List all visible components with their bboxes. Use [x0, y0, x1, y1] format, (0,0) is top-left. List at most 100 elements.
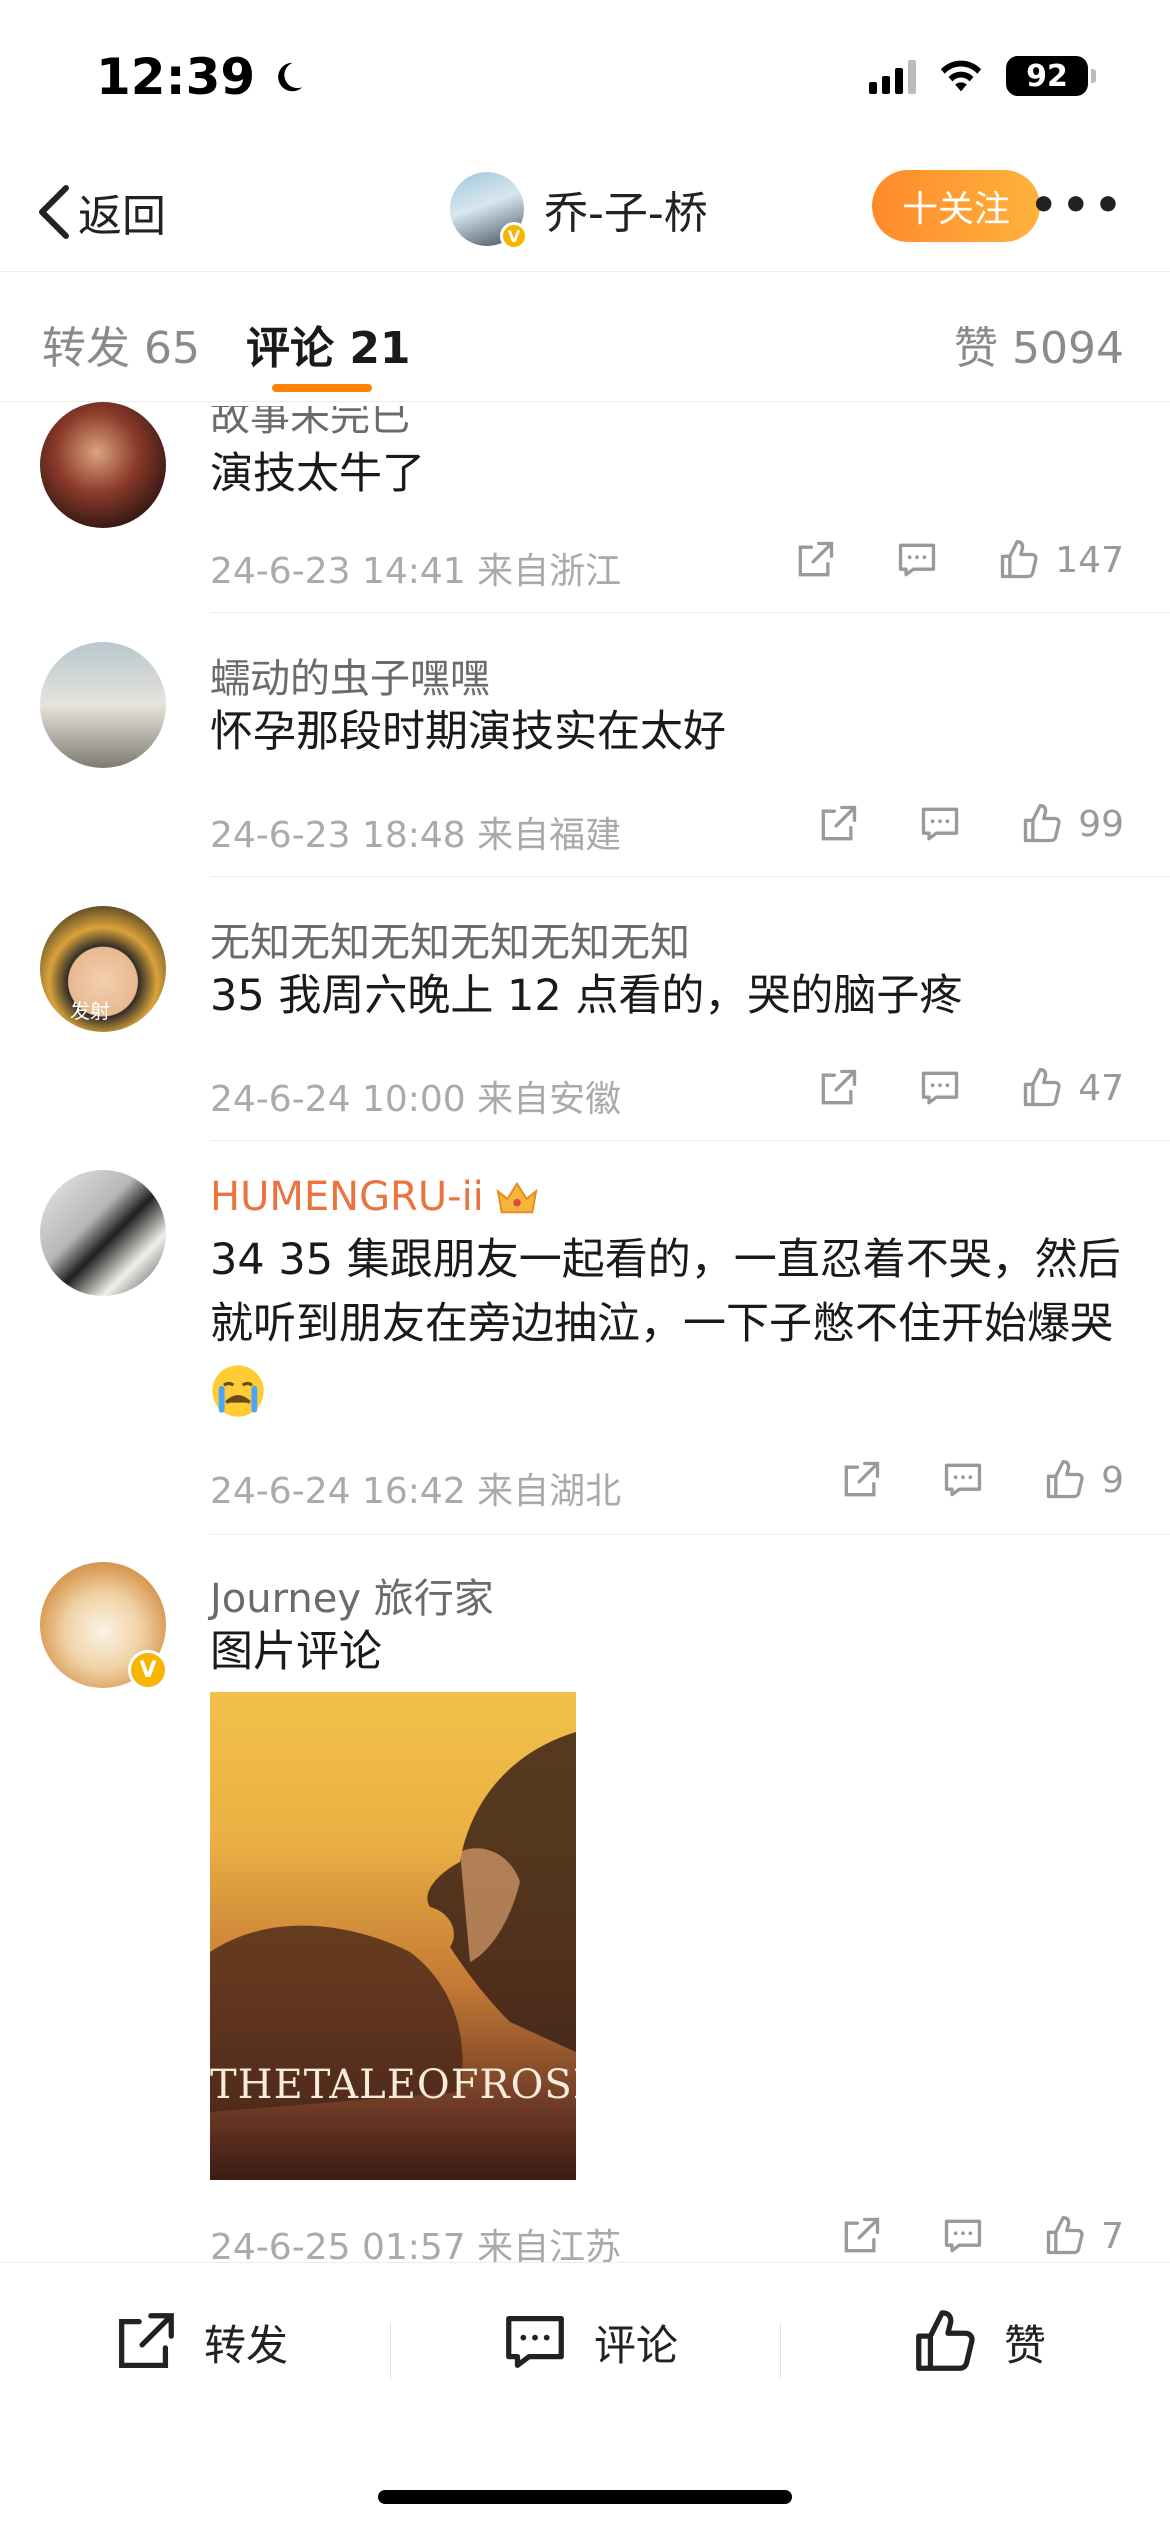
comment-icon[interactable]: [918, 1066, 962, 1110]
divider: [780, 2323, 781, 2379]
thumbs-up-icon[interactable]: [1043, 2214, 1087, 2258]
poster-title: THETALEOFROSE: [210, 2062, 576, 2108]
time-text: 12:39: [96, 48, 256, 106]
avatar[interactable]: [40, 1170, 166, 1296]
nav-username: 乔-子-桥: [544, 188, 708, 239]
like-count: 99: [1078, 803, 1124, 845]
like-label: 赞: [1004, 2320, 1047, 2370]
comment-icon[interactable]: [918, 802, 962, 846]
tab-comments[interactable]: 评论 21: [246, 312, 411, 376]
divider: [210, 876, 1170, 877]
comment-text: 34 35 集跟朋友一起看的，一直忍着不哭，然后就听到朋友在旁边抽泣，一下子憋不…: [210, 1228, 1130, 1420]
thumbs-up-icon[interactable]: [997, 538, 1041, 582]
comment-image[interactable]: THETALEOFROSE: [210, 1692, 576, 2180]
avatar[interactable]: V: [450, 172, 528, 250]
more-icon[interactable]: •••: [1030, 180, 1126, 231]
avatar[interactable]: 发射: [40, 906, 166, 1032]
chevron-left-icon: [39, 185, 69, 239]
bottom-action-bar: 转发 评论 赞: [0, 2262, 1170, 2532]
signal-icon: [869, 58, 916, 94]
divider: [210, 612, 1170, 613]
back-button[interactable]: 返回: [36, 180, 166, 244]
comment-meta: 24-6-23 18:48 来自福建: [210, 806, 621, 858]
repost-label: 转发: [204, 2320, 289, 2370]
share-icon[interactable]: [839, 1458, 883, 1502]
repost-button[interactable]: 转发: [110, 2307, 288, 2377]
like-count: 9: [1101, 1459, 1124, 1501]
comment-actions: 47: [816, 1066, 1124, 1110]
like-button[interactable]: 赞: [910, 2307, 1046, 2377]
nav-user[interactable]: V 乔-子-桥: [450, 172, 708, 250]
tab-indicator: [272, 384, 372, 392]
comment-text-content: 34 35 集跟朋友一起看的，一直忍着不哭，然后就听到朋友在旁边抽泣，一下子憋不…: [210, 1235, 1121, 1349]
divider: [210, 1534, 1170, 1535]
avatar[interactable]: [40, 402, 166, 528]
thumbs-up-icon[interactable]: [1020, 802, 1064, 846]
tab-repost[interactable]: 转发 65: [42, 312, 200, 376]
comment-actions: 147: [793, 538, 1124, 582]
comment-text: 35 我周六晚上 12 点看的，哭的脑子疼: [210, 971, 963, 1021]
comment-location: 来自安徽: [477, 1079, 622, 1120]
comment-text: 演技太牛了: [210, 449, 425, 499]
comment-date: 24-6-23 18:48: [210, 815, 466, 856]
comment-text: 怀孕那段时期演技实在太好: [210, 707, 726, 757]
comment-author[interactable]: Journey 旅行家: [210, 1566, 494, 1624]
share-icon[interactable]: [816, 1066, 860, 1110]
status-bar: 12:39 92: [0, 0, 1170, 150]
avatar[interactable]: V: [40, 1562, 168, 1690]
comment-author[interactable]: 蠕动的虫子嘿嘿: [210, 646, 490, 704]
battery-level: 92: [1026, 58, 1068, 94]
comment-feed[interactable]: 故事未完已 演技太牛了 24-6-23 14:41 来自浙江 147 蠕动的虫子…: [0, 402, 1170, 2262]
comment-text: 图片评论: [210, 1627, 382, 1677]
verified-icon: V: [500, 222, 528, 250]
share-icon[interactable]: [816, 802, 860, 846]
comment-date: 24-6-24 16:42: [210, 1471, 466, 1512]
crying-emoji-icon: [212, 1364, 264, 1417]
home-indicator[interactable]: [378, 2490, 792, 2504]
comment-icon[interactable]: [895, 538, 939, 582]
comment-location: 来自湖北: [477, 1471, 622, 1512]
nav-bar: 返回 V 乔-子-桥 十关注 •••: [0, 150, 1170, 272]
divider: [210, 1140, 1170, 1141]
status-icons: 92: [869, 56, 1096, 96]
like-count: 7: [1101, 2215, 1124, 2257]
comment-meta: 24-6-24 10:00 来自安徽: [210, 1070, 621, 1122]
divider: [390, 2323, 391, 2379]
comment-author[interactable]: 故事未完已: [210, 406, 410, 442]
share-icon: [119, 2313, 174, 2368]
comment-actions: 99: [816, 802, 1124, 846]
thumbs-up-icon[interactable]: [1020, 1066, 1064, 1110]
comment-location: 来自福建: [477, 815, 622, 856]
back-label: 返回: [78, 191, 166, 242]
tabs: 转发 65 评论 21 赞 5094: [0, 272, 1170, 402]
comment-icon[interactable]: [941, 2214, 985, 2258]
tab-likes[interactable]: 赞 5094: [954, 312, 1124, 376]
battery-icon: 92: [1006, 56, 1096, 96]
share-icon[interactable]: [839, 2214, 883, 2258]
like-count: 47: [1078, 1067, 1124, 1109]
comment-author[interactable]: 无知无知无知无知无知无知: [210, 910, 690, 968]
follow-label: 十关注: [901, 189, 1010, 230]
comment-author[interactable]: HUMENGRU-ii: [210, 1174, 540, 1220]
share-icon[interactable]: [793, 538, 837, 582]
comment-meta: 24-6-23 14:41 来自浙江: [210, 542, 621, 594]
crown-icon: [496, 1181, 538, 1214]
comment-actions: 9: [839, 1458, 1124, 1502]
status-time: 12:39: [96, 48, 307, 106]
thumbs-up-icon[interactable]: [1043, 1458, 1087, 1502]
follow-button[interactable]: 十关注: [872, 170, 1040, 242]
avatar[interactable]: [40, 642, 166, 768]
avatar-caption: 发射: [70, 999, 110, 1023]
comment-button[interactable]: 评论: [500, 2307, 678, 2377]
author-name: HUMENGRU-ii: [210, 1174, 484, 1220]
comment-meta: 24-6-24 16:42 来自湖北: [210, 1462, 621, 1514]
like-count: 147: [1055, 539, 1124, 581]
thumbs-up-icon: [916, 2310, 975, 2371]
comment-location: 来自江苏: [477, 2227, 622, 2262]
comment-label: 评论: [594, 2320, 679, 2370]
comment-actions: 7: [839, 2214, 1124, 2258]
wifi-icon: [940, 60, 982, 92]
comment-date: 24-6-23 14:41: [210, 551, 466, 592]
verified-icon: V: [128, 1650, 168, 1690]
comment-icon[interactable]: [941, 1458, 985, 1502]
